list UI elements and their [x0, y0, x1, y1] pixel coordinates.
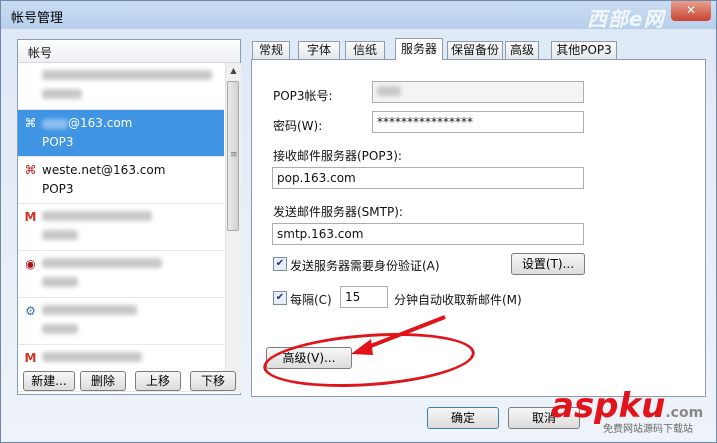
password-label: 密码(W):: [273, 119, 323, 133]
account-item-selected[interactable]: ⌘ @163.com POP3: [18, 110, 224, 157]
interval-suffix-label: 分钟自动收取新邮件(M): [394, 293, 522, 307]
account-protocol: POP3: [42, 135, 74, 149]
auth-label: 发送服务器需要身份验证(A): [290, 259, 440, 273]
account-item[interactable]: ⚙: [18, 298, 224, 345]
account-protocol: POP3: [42, 182, 74, 196]
netease-icon: ⌘: [24, 116, 37, 130]
watermark-logo: aspku.com 免费网站源码下载站: [551, 386, 703, 435]
pop3-account-label: POP3帐号:: [273, 89, 333, 103]
scroll-thumb[interactable]: ≡: [227, 81, 239, 231]
account-manager-window: 帐号管理 西部e网 ✕ 帐号 ⌘ @163.com POP3 ⌘ weste.n…: [0, 0, 717, 443]
red-mail-icon: ◉: [25, 257, 36, 271]
auto-check-checkbox[interactable]: ✔: [273, 291, 287, 305]
account-column-label: 帐号: [28, 46, 53, 60]
tab-font[interactable]: 字体: [298, 41, 340, 59]
account-item[interactable]: M: [18, 204, 224, 251]
new-account-button[interactable]: 新建...: [23, 371, 75, 391]
account-email: weste.net@163.com: [42, 163, 166, 177]
account-item[interactable]: ⌘ weste.net@163.com POP3: [18, 157, 224, 204]
interval-field[interactable]: 15: [340, 286, 388, 308]
window-title: 帐号管理: [11, 11, 64, 26]
title-bar: 帐号管理 西部e网 ✕: [1, 1, 716, 31]
watermark-brand-suffix: .com: [665, 405, 704, 421]
delete-account-button[interactable]: 删除: [80, 371, 126, 391]
tab-server[interactable]: 服务器: [395, 38, 443, 60]
account-email: @163.com: [68, 116, 133, 130]
account-item[interactable]: [18, 63, 224, 110]
tab-advanced[interactable]: 高级: [505, 41, 539, 59]
outgoing-server-field[interactable]: smtp.163.com: [272, 223, 584, 245]
gmail-icon: M: [24, 351, 37, 365]
close-icon[interactable]: ✕: [671, 1, 711, 21]
account-list-scrollbar[interactable]: ▲ ≡ ▼: [225, 63, 241, 393]
annotation-arrow: [351, 315, 446, 355]
netease-icon: ⌘: [24, 163, 37, 177]
account-list-header: 帐号: [18, 40, 240, 63]
incoming-server-field[interactable]: pop.163.com: [272, 167, 584, 189]
tab-backup[interactable]: 保留备份: [447, 41, 503, 59]
incoming-server-label: 接收邮件服务器(POP3):: [273, 149, 402, 163]
password-field[interactable]: ****************: [372, 111, 584, 133]
tab-stationery[interactable]: 信纸: [345, 41, 385, 59]
settings-mail-icon: ⚙: [25, 304, 36, 318]
move-down-button[interactable]: 下移: [190, 371, 236, 391]
watermark-tagline: 免费网站源码下载站: [603, 424, 693, 435]
outgoing-server-label: 发送邮件服务器(SMTP):: [273, 205, 403, 219]
watermark-top: 西部e网: [587, 7, 665, 31]
account-item[interactable]: ◉: [18, 251, 224, 298]
scroll-up-icon[interactable]: ▲: [226, 63, 241, 78]
gmail-icon: M: [24, 210, 37, 224]
settings-button[interactable]: 设置(T)...: [511, 253, 585, 275]
auth-checkbox[interactable]: ✔: [273, 257, 287, 271]
account-list-panel: 帐号 ⌘ @163.com POP3 ⌘ weste.net@163.com P…: [17, 39, 241, 395]
tab-general[interactable]: 常规: [252, 41, 290, 59]
move-up-button[interactable]: 上移: [135, 371, 181, 391]
ok-button[interactable]: 确定: [427, 407, 499, 429]
pop3-account-field[interactable]: [372, 81, 584, 103]
every-label: 每隔(C): [290, 293, 332, 307]
account-list: ⌘ @163.com POP3 ⌘ weste.net@163.com POP3…: [18, 63, 224, 393]
tab-other-pop3[interactable]: 其他POP3: [551, 41, 617, 59]
